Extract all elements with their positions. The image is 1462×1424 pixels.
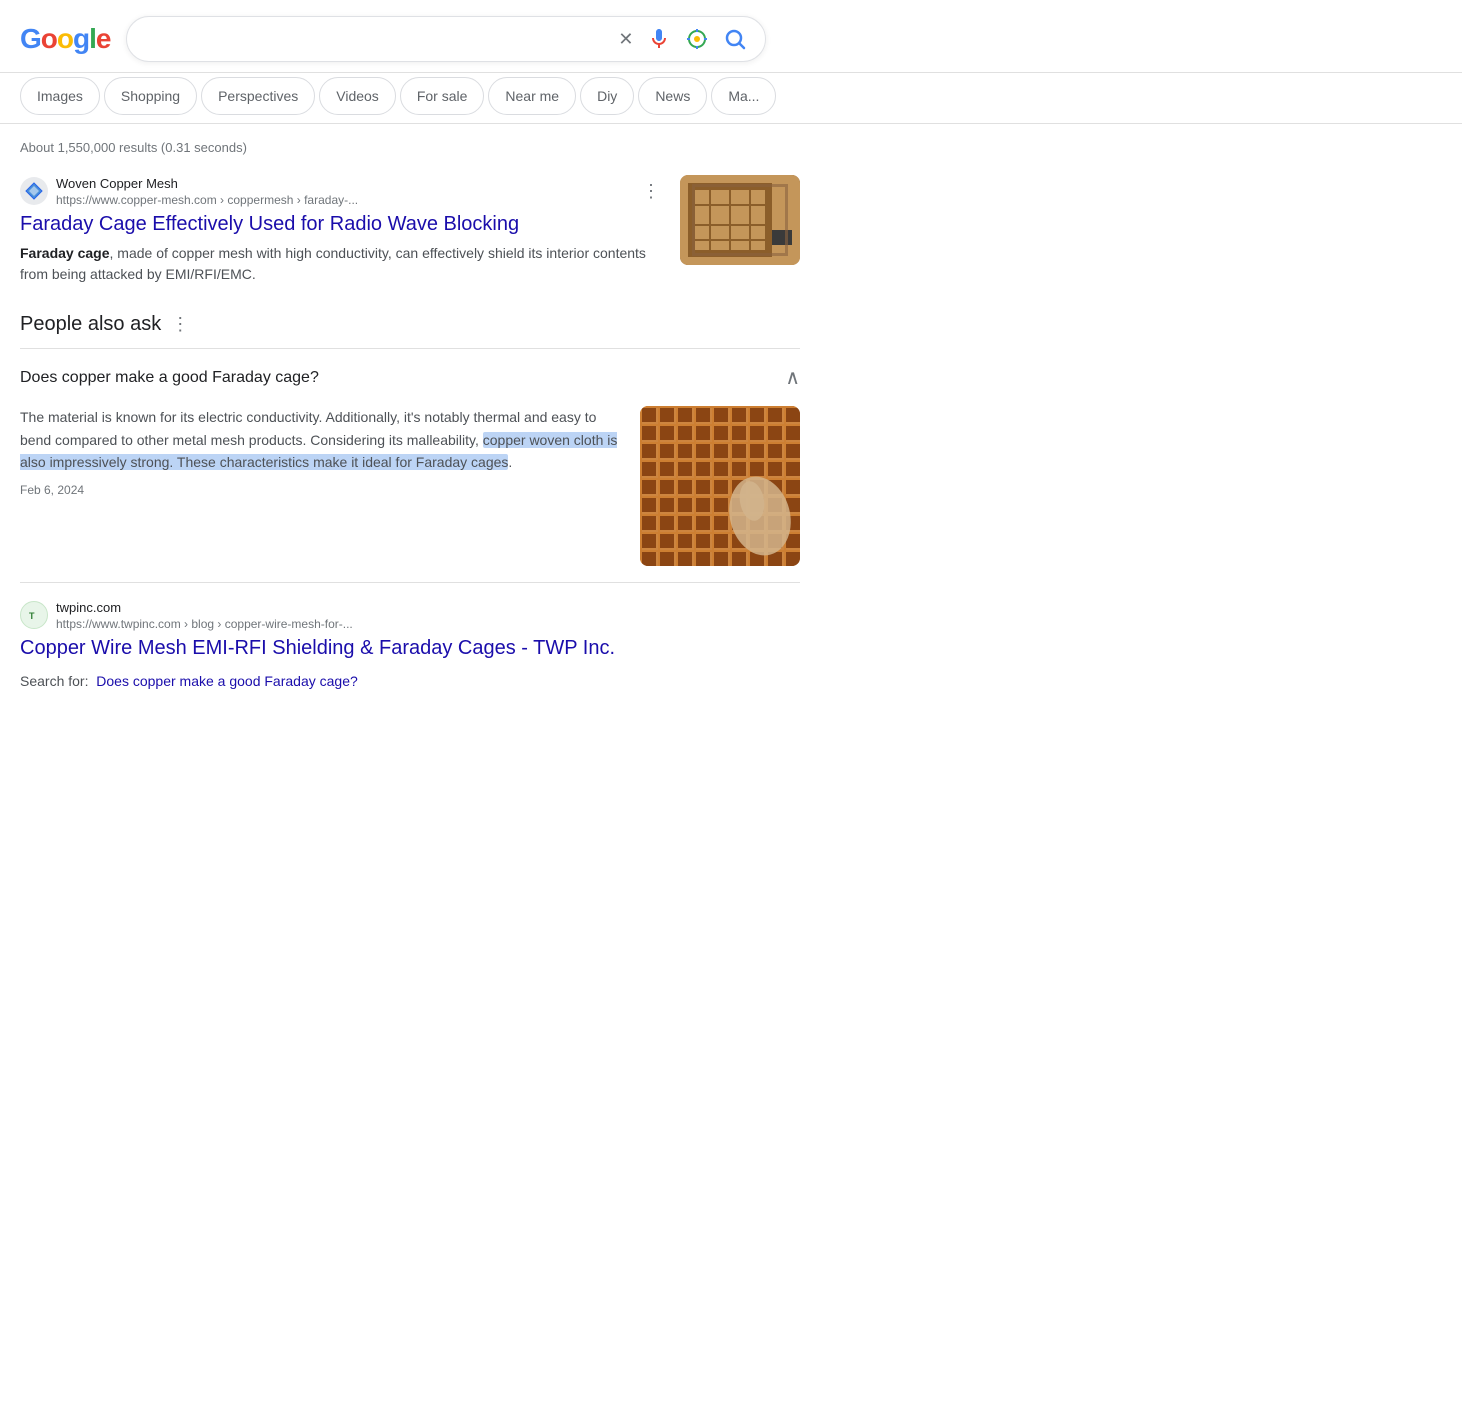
tab-nearme-label: Near me xyxy=(505,88,559,104)
result-more-button[interactable]: ⋮ xyxy=(638,179,664,204)
image-search-button[interactable] xyxy=(683,25,711,53)
snippet-text: , made of copper mesh with high conducti… xyxy=(20,245,646,282)
microphone-icon xyxy=(647,27,671,51)
search-icon xyxy=(723,27,747,51)
voice-search-button[interactable] xyxy=(645,25,673,53)
copper-mesh-svg xyxy=(640,406,800,566)
paa-question-container: Does copper make a good Faraday cage? ∧ … xyxy=(20,349,800,583)
tab-forsale[interactable]: For sale xyxy=(400,77,485,115)
search-for-link[interactable]: Does copper make a good Faraday cage? xyxy=(96,673,358,689)
result-snippet: Faraday cage, made of copper mesh with h… xyxy=(20,243,664,285)
people-also-ask-section: People also ask ⋮ Does copper make a goo… xyxy=(20,313,800,689)
search-tabs: Images Shopping Perspectives Videos For … xyxy=(0,73,1462,124)
second-source-info: twpinc.com https://www.twpinc.com › blog… xyxy=(56,599,800,631)
paa-header: People also ask ⋮ xyxy=(20,313,800,336)
result-source: Woven Copper Mesh https://www.copper-mes… xyxy=(20,175,664,207)
second-result-title-link[interactable]: Copper Wire Mesh EMI-RFI Shielding & Far… xyxy=(20,635,800,661)
paa-menu-icon[interactable]: ⋮ xyxy=(171,314,189,335)
result-title-link[interactable]: Faraday Cage Effectively Used for Radio … xyxy=(20,211,664,237)
header: Google copper faraday cage ✕ xyxy=(0,0,1462,73)
tab-forsale-label: For sale xyxy=(417,88,468,104)
search-submit-button[interactable] xyxy=(721,25,749,53)
source-url: https://www.copper-mesh.com › coppermesh… xyxy=(56,193,630,207)
results-count: About 1,550,000 results (0.31 seconds) xyxy=(20,140,800,155)
search-for: Search for: Does copper make a good Fara… xyxy=(20,673,800,689)
tab-diy[interactable]: Diy xyxy=(580,77,634,115)
paa-answer: The material is known for its electric c… xyxy=(20,406,800,582)
paa-title: People also ask xyxy=(20,313,161,336)
tab-more-label: Ma... xyxy=(728,88,759,104)
logo-e: e xyxy=(96,23,111,55)
logo-o1: o xyxy=(41,23,57,55)
camera-icon xyxy=(685,27,709,51)
paa-copper-mesh-image[interactable] xyxy=(640,406,800,566)
tab-videos[interactable]: Videos xyxy=(319,77,396,115)
paa-answer-end: . xyxy=(508,454,512,470)
second-source-url: https://www.twpinc.com › blog › copper-w… xyxy=(56,617,800,631)
google-logo[interactable]: Google xyxy=(20,23,110,55)
paa-question-text: Does copper make a good Faraday cage? xyxy=(20,369,319,387)
second-result: T twpinc.com https://www.twpinc.com › bl… xyxy=(20,599,800,661)
search-for-label: Search for: xyxy=(20,673,88,689)
search-input[interactable]: copper faraday cage xyxy=(143,30,608,48)
tab-perspectives-label: Perspectives xyxy=(218,88,298,104)
source-info: Woven Copper Mesh https://www.copper-mes… xyxy=(56,175,630,207)
source-favicon xyxy=(20,177,48,205)
svg-text:T: T xyxy=(29,611,35,621)
snippet-bold: Faraday cage xyxy=(20,245,110,261)
tab-perspectives[interactable]: Perspectives xyxy=(201,77,315,115)
clear-icon: ✕ xyxy=(618,29,633,50)
tab-news-label: News xyxy=(655,88,690,104)
site-favicon-icon xyxy=(25,182,43,200)
second-source-name: twpinc.com xyxy=(56,599,800,617)
search-icons-group: ✕ xyxy=(616,25,749,53)
tab-shopping[interactable]: Shopping xyxy=(104,77,197,115)
paa-answer-date: Feb 6, 2024 xyxy=(20,481,624,500)
paa-answer-text-block: The material is known for its electric c… xyxy=(20,406,624,566)
tab-shopping-label: Shopping xyxy=(121,88,180,104)
logo-l: l xyxy=(89,23,96,55)
results-area: About 1,550,000 results (0.31 seconds) W… xyxy=(0,124,820,729)
twp-favicon: T xyxy=(20,601,48,629)
paa-chevron-icon: ∧ xyxy=(785,365,800,390)
logo-g: G xyxy=(20,23,41,55)
tab-images[interactable]: Images xyxy=(20,77,100,115)
faraday-cage-svg xyxy=(680,175,800,265)
source-name: Woven Copper Mesh xyxy=(56,175,630,193)
tab-more[interactable]: Ma... xyxy=(711,77,776,115)
result-main: Woven Copper Mesh https://www.copper-mes… xyxy=(20,175,664,285)
twp-favicon-icon: T xyxy=(25,606,43,624)
logo-o2: o xyxy=(57,23,73,55)
first-search-result: Woven Copper Mesh https://www.copper-mes… xyxy=(20,175,800,285)
tab-nearme[interactable]: Near me xyxy=(488,77,576,115)
tab-diy-label: Diy xyxy=(597,88,617,104)
paa-question-row[interactable]: Does copper make a good Faraday cage? ∧ xyxy=(20,349,800,406)
logo-g2: g xyxy=(73,23,89,55)
clear-button[interactable]: ✕ xyxy=(616,27,635,52)
search-bar: copper faraday cage ✕ xyxy=(126,16,766,62)
tab-videos-label: Videos xyxy=(336,88,379,104)
tab-images-label: Images xyxy=(37,88,83,104)
faraday-cage-image xyxy=(680,175,800,265)
second-result-source: T twpinc.com https://www.twpinc.com › bl… xyxy=(20,599,800,631)
result-thumbnail[interactable] xyxy=(680,175,800,265)
tab-news[interactable]: News xyxy=(638,77,707,115)
